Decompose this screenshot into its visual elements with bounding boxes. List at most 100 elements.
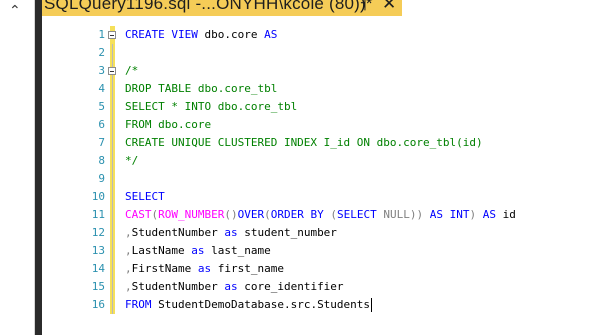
code-text: DROP TABLE dbo.core_tbl <box>125 80 277 98</box>
code-line[interactable]: 3 /* <box>42 62 606 80</box>
code-line[interactable]: 11 CAST(ROW_NUMBER()OVER(ORDER BY (SELECT… <box>42 206 606 224</box>
code-text: CREATE UNIQUE CLUSTERED INDEX I_id ON db… <box>125 134 483 152</box>
line-number: 9 <box>98 172 105 185</box>
code-text: ,LastName as last_name <box>125 242 271 260</box>
pin-icon[interactable]: ┤ <box>361 0 369 11</box>
code-text: /* <box>125 62 138 80</box>
code-token: SELECT <box>336 208 377 221</box>
line-number: 5 <box>98 100 105 113</box>
code-line[interactable]: 12 ,StudentNumber as student_number <box>42 224 606 242</box>
code-token: SELECT <box>125 190 165 203</box>
text-caret <box>371 298 372 312</box>
code-line[interactable]: 2 <box>42 44 606 62</box>
code-token: StudentNumber <box>131 226 225 239</box>
code-token: */ <box>125 154 139 167</box>
code-token: as <box>224 280 238 293</box>
code-line[interactable]: 5 SELECT * INTO dbo.core_tbl <box>42 98 606 116</box>
tab-sqlquery1196[interactable]: SQLQuery1196.sql -...ONYHH\kcole (80))* … <box>42 0 402 16</box>
code-token: , <box>125 262 132 275</box>
code-line[interactable]: 8 */ <box>42 152 606 170</box>
code-token: ( <box>323 208 337 221</box>
code-line[interactable]: 9 <box>42 170 606 188</box>
code-text: ,FirstName as first_name <box>125 260 284 278</box>
code-token: CREATE VIEW <box>125 28 198 41</box>
editor-left-border <box>35 0 42 335</box>
code-token: AS <box>264 28 278 41</box>
left-side-panel: ⌃ <box>0 0 35 335</box>
code-text: CREATE VIEW dbo.core AS <box>125 26 277 44</box>
code-line[interactable]: 1 CREATE VIEW dbo.core AS <box>42 26 606 44</box>
line-number: 12 <box>91 226 105 239</box>
code-line[interactable]: 6 FROM dbo.core <box>42 116 606 134</box>
code-token: NULL <box>383 208 410 221</box>
code-token: ROW_NUMBER <box>158 208 225 221</box>
code-line[interactable]: 10 SELECT <box>42 188 606 206</box>
code-token: FROM dbo.core <box>125 118 212 131</box>
code-text: ,StudentNumber as core_identifier <box>125 278 344 296</box>
code-token: CAST <box>125 208 152 221</box>
code-token: DROP TABLE dbo.core_tbl <box>125 82 278 95</box>
code-token: FirstName <box>131 262 198 275</box>
code-token: StudentDemoDatabase.src.Students <box>151 298 371 311</box>
line-number: 7 <box>98 136 105 149</box>
code-token: first_name <box>211 262 284 275</box>
line-number: 3 <box>98 64 105 77</box>
code-token: ( <box>264 208 271 221</box>
code-token: core_identifier <box>237 280 344 293</box>
code-token: CREATE UNIQUE CLUSTERED INDEX I_id ON db… <box>125 136 483 149</box>
code-token: AS <box>482 208 496 221</box>
line-number: 1 <box>98 28 105 41</box>
code-token: /* <box>125 64 139 77</box>
code-line[interactable]: 14 ,FirstName as first_name <box>42 260 606 278</box>
code-token: ) <box>469 208 483 221</box>
line-number: 15 <box>91 280 105 293</box>
line-number: 8 <box>98 154 105 167</box>
line-number: 2 <box>98 46 105 59</box>
code-token: ORDER BY <box>270 208 324 221</box>
code-text: CAST(ROW_NUMBER()OVER(ORDER BY (SELECT N… <box>125 206 516 224</box>
code-line[interactable]: 16 FROM StudentDemoDatabase.src.Students <box>42 296 606 314</box>
code-token: SELECT * INTO dbo.core_tbl <box>125 100 298 113</box>
code-token: )) <box>409 208 430 221</box>
code-text: */ <box>125 152 138 170</box>
line-number: 11 <box>91 208 105 221</box>
code-token: StudentNumber <box>131 280 225 293</box>
code-token: as <box>224 226 238 239</box>
code-token: student_number <box>237 226 337 239</box>
code-token: last_name <box>204 244 271 257</box>
code-token: id <box>495 208 516 221</box>
line-number: 16 <box>91 298 105 311</box>
close-icon[interactable]: ✕ <box>382 0 396 14</box>
code-token: , <box>125 226 132 239</box>
document-tab-bar: SQLQuery1196.sql -...ONYHH\kcole (80))* … <box>42 0 606 16</box>
code-token: FROM <box>125 298 152 311</box>
line-number: 14 <box>91 262 105 275</box>
tab-title: SQLQuery1196.sql -...ONYHH\kcole (80))* <box>44 0 373 13</box>
code-line[interactable]: 15 ,StudentNumber as core_identifier <box>42 278 606 296</box>
code-text: FROM dbo.core <box>125 116 211 134</box>
code-token: dbo.core <box>197 28 265 41</box>
code-token: , <box>125 244 132 257</box>
chevron-up-icon[interactable]: ⌃ <box>9 3 21 19</box>
code-token: as <box>191 244 205 257</box>
code-line[interactable]: 13 ,LastName as last_name <box>42 242 606 260</box>
code-token: LastName <box>131 244 192 257</box>
code-line[interactable]: 4 DROP TABLE dbo.core_tbl <box>42 80 606 98</box>
collapse-region-icon[interactable] <box>108 31 116 39</box>
code-token: , <box>125 280 132 293</box>
line-number: 13 <box>91 244 105 257</box>
code-text: ,StudentNumber as student_number <box>125 224 337 242</box>
code-text: SELECT <box>125 188 165 206</box>
collapse-region-icon[interactable] <box>108 67 116 75</box>
code-token: () <box>224 208 238 221</box>
code-text: FROM StudentDemoDatabase.src.Students <box>125 296 370 314</box>
code-line[interactable]: 7 CREATE UNIQUE CLUSTERED INDEX I_id ON d… <box>42 134 606 152</box>
line-number: 4 <box>98 82 105 95</box>
code-token: as <box>197 262 212 275</box>
line-number: 6 <box>98 118 105 131</box>
code-token: OVER <box>237 208 265 221</box>
code-text: SELECT * INTO dbo.core_tbl <box>125 98 297 116</box>
code-token: AS INT <box>429 208 470 221</box>
sql-code-editor[interactable]: 1 CREATE VIEW dbo.core AS 2 3 /* 4 DROP TABLE … <box>42 16 606 335</box>
line-number: 10 <box>91 190 105 203</box>
